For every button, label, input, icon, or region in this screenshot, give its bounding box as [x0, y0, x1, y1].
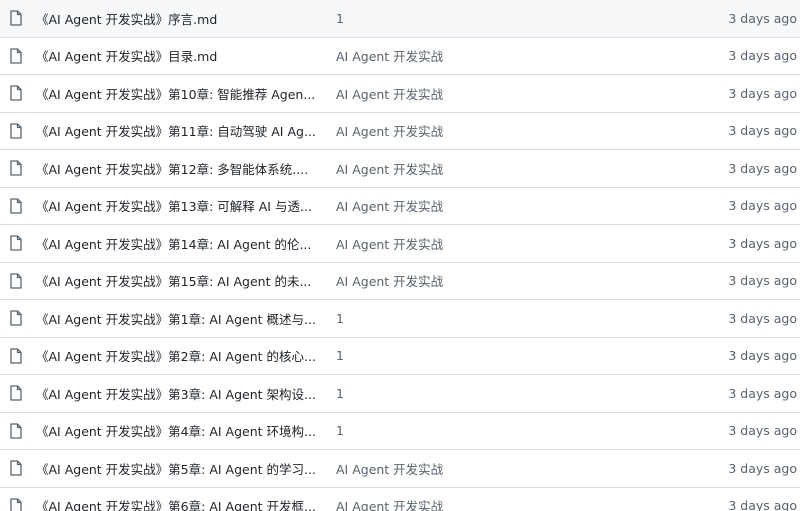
- commit-time: 3 days ago: [728, 235, 797, 251]
- file-list: 《AI Agent 开发实战》序言.md 1 3 days ago 《AI Ag…: [0, 0, 800, 511]
- commit-time: 3 days ago: [728, 160, 797, 176]
- commit-time: 3 days ago: [728, 423, 797, 439]
- file-icon: [9, 160, 23, 176]
- commit-message-link[interactable]: AI Agent 开发实战: [336, 271, 666, 290]
- file-icon: [9, 273, 23, 289]
- file-icon: [9, 460, 23, 476]
- file-icon: [9, 48, 23, 64]
- commit-message-link[interactable]: 1: [336, 348, 666, 363]
- file-row[interactable]: 《AI Agent 开发实战》第4章: AI Agent 环境构... 1 3 …: [0, 413, 800, 450]
- file-icon: [9, 423, 23, 439]
- commit-time: 3 days ago: [728, 48, 797, 64]
- file-icon: [9, 10, 23, 26]
- commit-message-link[interactable]: AI Agent 开发实战: [336, 196, 666, 215]
- commit-time: 3 days ago: [728, 348, 797, 364]
- commit-time: 3 days ago: [728, 498, 797, 511]
- file-icon: [9, 348, 23, 364]
- commit-time: 3 days ago: [728, 198, 797, 214]
- file-row[interactable]: 《AI Agent 开发实战》第13章: 可解释 AI 与透... AI Age…: [0, 188, 800, 225]
- file-row[interactable]: 《AI Agent 开发实战》第3章: AI Agent 架构设... 1 3 …: [0, 375, 800, 413]
- commit-time: 3 days ago: [728, 310, 797, 326]
- commit-message-link[interactable]: AI Agent 开发实战: [336, 496, 666, 511]
- file-row[interactable]: 《AI Agent 开发实战》第15章: AI Agent 的未... AI A…: [0, 263, 800, 300]
- commit-message-link[interactable]: AI Agent 开发实战: [336, 459, 666, 478]
- commit-message-link[interactable]: AI Agent 开发实战: [336, 46, 666, 65]
- commit-time: 3 days ago: [728, 460, 797, 476]
- commit-time: 3 days ago: [728, 10, 797, 26]
- file-name-link[interactable]: 《AI Agent 开发实战》第14章: AI Agent 的伦...: [36, 234, 321, 253]
- file-row[interactable]: 《AI Agent 开发实战》第11章: 自动驾驶 AI Ag... AI Ag…: [0, 113, 800, 150]
- file-name-link[interactable]: 《AI Agent 开发实战》第11章: 自动驾驶 AI Ag...: [36, 121, 321, 140]
- file-row[interactable]: 《AI Agent 开发实战》第5章: AI Agent 的学习... AI A…: [0, 450, 800, 488]
- commit-time: 3 days ago: [728, 385, 797, 401]
- file-icon: [9, 235, 23, 251]
- file-row[interactable]: 《AI Agent 开发实战》序言.md 1 3 days ago: [0, 0, 800, 38]
- file-icon: [9, 385, 23, 401]
- file-name-link[interactable]: 《AI Agent 开发实战》第10章: 智能推荐 Agen...: [36, 84, 321, 103]
- file-name-link[interactable]: 《AI Agent 开发实战》第4章: AI Agent 环境构...: [36, 421, 321, 440]
- commit-message-link[interactable]: AI Agent 开发实战: [336, 121, 666, 140]
- file-row[interactable]: 《AI Agent 开发实战》第14章: AI Agent 的伦... AI A…: [0, 225, 800, 263]
- commit-time: 3 days ago: [728, 85, 797, 101]
- file-row[interactable]: 《AI Agent 开发实战》第1章: AI Agent 概述与... 1 3 …: [0, 300, 800, 338]
- file-name-link[interactable]: 《AI Agent 开发实战》第1章: AI Agent 概述与...: [36, 309, 321, 328]
- file-row[interactable]: 《AI Agent 开发实战》第6章: AI Agent 开发框... AI A…: [0, 488, 800, 511]
- file-name-link[interactable]: 《AI Agent 开发实战》序言.md: [36, 9, 321, 28]
- file-row[interactable]: 《AI Agent 开发实战》第2章: AI Agent 的核心... 1 3 …: [0, 338, 800, 375]
- file-name-link[interactable]: 《AI Agent 开发实战》第13章: 可解释 AI 与透...: [36, 196, 321, 215]
- commit-time: 3 days ago: [728, 123, 797, 139]
- file-icon: [9, 498, 23, 511]
- file-icon: [9, 85, 23, 101]
- file-row[interactable]: 《AI Agent 开发实战》目录.md AI Agent 开发实战 3 day…: [0, 38, 800, 75]
- commit-time: 3 days ago: [728, 273, 797, 289]
- commit-message-link[interactable]: 1: [336, 311, 666, 326]
- file-name-link[interactable]: 《AI Agent 开发实战》第12章: 多智能体系统....: [36, 159, 321, 178]
- file-name-link[interactable]: 《AI Agent 开发实战》第6章: AI Agent 开发框...: [36, 496, 321, 511]
- file-name-link[interactable]: 《AI Agent 开发实战》目录.md: [36, 46, 321, 65]
- file-icon: [9, 198, 23, 214]
- file-icon: [9, 310, 23, 326]
- file-row[interactable]: 《AI Agent 开发实战》第10章: 智能推荐 Agen... AI Age…: [0, 75, 800, 113]
- commit-message-link[interactable]: AI Agent 开发实战: [336, 84, 666, 103]
- commit-message-link[interactable]: 1: [336, 386, 666, 401]
- file-name-link[interactable]: 《AI Agent 开发实战》第2章: AI Agent 的核心...: [36, 346, 321, 365]
- file-name-link[interactable]: 《AI Agent 开发实战》第5章: AI Agent 的学习...: [36, 459, 321, 478]
- file-name-link[interactable]: 《AI Agent 开发实战》第15章: AI Agent 的未...: [36, 271, 321, 290]
- file-name-link[interactable]: 《AI Agent 开发实战》第3章: AI Agent 架构设...: [36, 384, 321, 403]
- file-icon: [9, 123, 23, 139]
- commit-message-link[interactable]: 1: [336, 11, 666, 26]
- commit-message-link[interactable]: 1: [336, 423, 666, 438]
- file-row[interactable]: 《AI Agent 开发实战》第12章: 多智能体系统.... AI Agent…: [0, 150, 800, 188]
- commit-message-link[interactable]: AI Agent 开发实战: [336, 159, 666, 178]
- commit-message-link[interactable]: AI Agent 开发实战: [336, 234, 666, 253]
